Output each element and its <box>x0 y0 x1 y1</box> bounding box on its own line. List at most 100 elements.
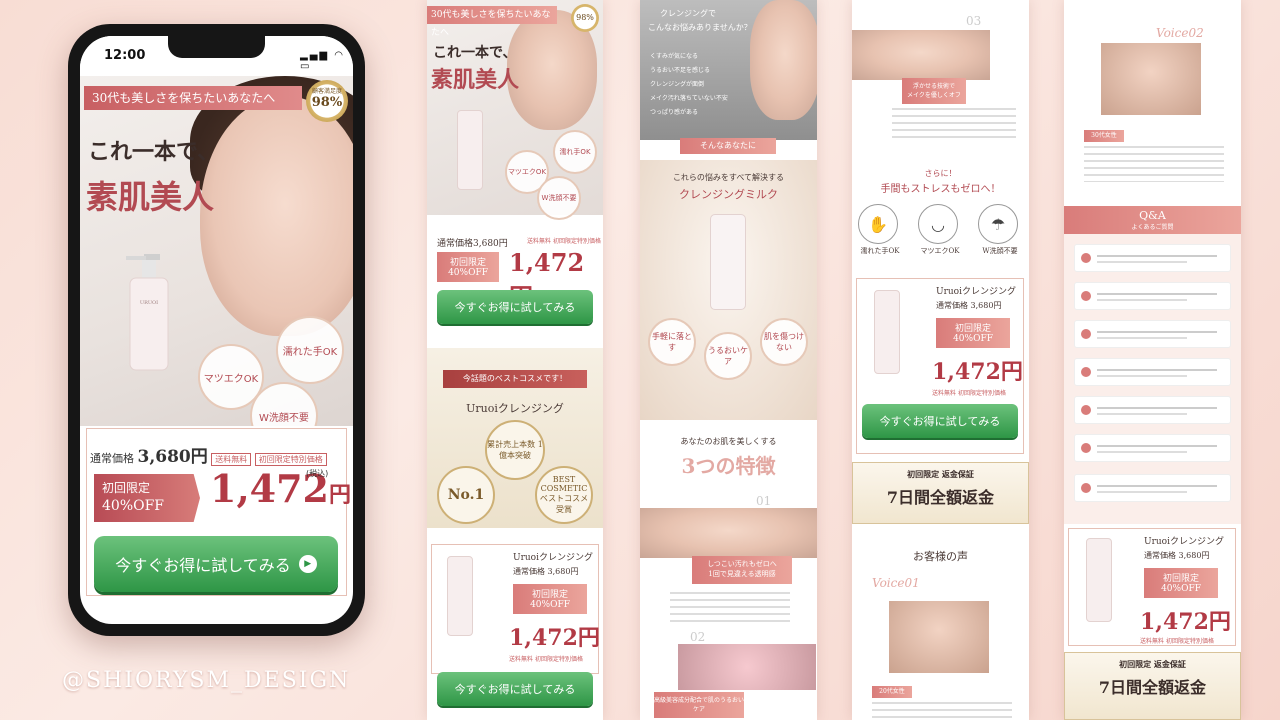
regular-price-label: 通常価格 <box>90 452 134 465</box>
col1-box-discount: 初回限定 40%OFF <box>513 584 587 614</box>
col3-cta-button[interactable]: 今すぐお得に試してみる <box>862 404 1018 438</box>
col1-catch2: 素肌美人 <box>431 67 520 93</box>
col1-feature-2: 濡れ手OK <box>553 130 597 174</box>
col2-band: そんなあなたに <box>680 138 776 154</box>
col4-guarantee-main: 7日間全額返金 <box>1098 678 1207 697</box>
col3-stress1: さらに！ <box>924 169 957 178</box>
cta-label: 今すぐお得に試してみる <box>115 556 291 575</box>
col2-worry-3: クレンジングが面倒 <box>650 81 705 88</box>
col1-tag-2: 初回限定特別価格 <box>552 238 601 245</box>
svg-text:URUOI: URUOI <box>140 300 158 306</box>
faq-item[interactable] <box>1074 282 1231 310</box>
col1-award-ribbon: 今話題のベストコスメです！ <box>443 370 587 388</box>
col2-circle-1: 手軽に落とす <box>648 318 696 366</box>
col4-box-discount: 初回限定 40%OFF <box>1144 568 1218 598</box>
badge-value: 98% <box>311 95 343 111</box>
col4-guarantee-small: 初回限定 返金保証 <box>1119 659 1186 669</box>
col3-num3: 03 <box>966 14 982 28</box>
col3-voice-age: 20代女性 <box>872 686 912 698</box>
col3-box-tag-1: 送料無料 <box>932 390 957 397</box>
lp-column-3: 03 浮かせる技術で メイクを優しくオフ さらに！ 手間もストレスもゼロへ！ ✋… <box>852 0 1029 720</box>
q-icon <box>1081 329 1091 339</box>
tag-first-time: 初回限定特別価格 <box>254 453 327 466</box>
col3-box-price: 1,472円 <box>932 359 1023 385</box>
col4-box-tag-1: 送料無料 <box>1140 638 1165 645</box>
col1-badge: 98% <box>571 4 599 32</box>
col1-regular-price: 通常価格3,680円 <box>437 239 508 249</box>
col3-voice-label: Voice01 <box>872 576 920 590</box>
col1-cta-button[interactable]: 今すぐお得に試してみる <box>437 290 593 324</box>
faq-item[interactable] <box>1074 244 1231 272</box>
col1-medal-bestcosme: BEST COSMETIC ベストコスメ受賞 <box>535 466 593 524</box>
col3-stress2: 手間もストレスもゼロへ！ <box>880 184 1001 195</box>
col2-point1b: 1回で見違える透明感 <box>708 570 776 578</box>
signal-wifi-battery-icon: ▂▄▆ ◠ ▭ <box>300 50 345 72</box>
col2-header2: こんなお悩みありませんか？ <box>648 23 752 32</box>
col2-point1-text <box>670 592 790 622</box>
shower-icon: ☂ <box>978 204 1018 244</box>
tag-free-shipping: 送料無料 <box>211 453 252 466</box>
col1-box-tags: 送料無料 初回限定特別価格 <box>509 654 583 663</box>
faq-item[interactable] <box>1074 358 1231 386</box>
col4-box-tag-2: 初回限定特別価格 <box>1165 638 1214 645</box>
sale-price-unit: 円 <box>329 482 352 508</box>
col4-box-regular: 通常価格 3,680円 <box>1144 551 1210 560</box>
product-bottle-icon: URUOI <box>126 254 169 371</box>
col1-target-banner: 30代も美しさを保ちたいあなたへ <box>427 6 557 38</box>
discount-line2: 40%OFF <box>102 497 165 514</box>
col1-catch1: これ一本で、 <box>433 45 517 61</box>
faq-item[interactable] <box>1074 434 1231 462</box>
col1-discount: 初回限定 40%OFF <box>437 252 499 282</box>
faq-item[interactable] <box>1074 396 1231 424</box>
col3-point3-label: 浮かせる技術で メイクを優しくオフ <box>902 78 966 104</box>
col4-qa-header: Q&A よくあるご質問 <box>1064 206 1241 234</box>
col3-guarantee: 初回限定 返金保証 7日間全額返金 <box>852 462 1029 524</box>
col2-num2: 02 <box>690 630 706 644</box>
eyelash-icon: ◡ <box>918 204 958 244</box>
regular-price-value: 3,680円 <box>137 447 208 467</box>
col2-model-photo <box>750 0 817 120</box>
regular-price-row: 通常価格 3,680円 送料無料 初回限定特別価格 <box>90 442 327 467</box>
col3-box-name: Uruoiクレンジング <box>936 287 1016 297</box>
col4-voice-label: Voice02 <box>1156 26 1204 40</box>
faq-item[interactable] <box>1074 474 1231 502</box>
model-photo <box>200 96 353 336</box>
col3-box-tags: 送料無料 初回限定特別価格 <box>932 388 1006 397</box>
feature-bubble-wet-hands: 濡れた手OK <box>276 316 344 384</box>
col4-guarantee: 初回限定 返金保証 7日間全額返金 <box>1064 652 1241 720</box>
wet-hand-icon: ✋ <box>858 204 898 244</box>
col3-voice-photo <box>886 598 992 676</box>
col2-point2-photo <box>678 644 816 690</box>
q-icon <box>1081 483 1091 493</box>
col3-point3b: メイクを優しくオフ <box>907 92 961 99</box>
col1-tags: 送料無料 初回限定特別価格 <box>527 236 601 245</box>
col2-point1-label: しつこい汚れもゼロへ 1回で見違える透明感 <box>692 556 792 584</box>
col1-cta-button-2[interactable]: 今すぐお得に試してみる <box>437 672 593 706</box>
col4-voice-text <box>1084 146 1224 182</box>
col2-num1: 01 <box>756 494 772 508</box>
col1-medal-sales: 累計売上本数 1億本突破 <box>485 420 545 480</box>
col3-guarantee-main: 7日間全額返金 <box>886 488 995 507</box>
sale-price: 1,472円 <box>210 466 351 511</box>
col2-point1a: しつこい汚れもゼロへ <box>707 560 777 568</box>
cta-button[interactable]: 今すぐお得に試してみる ▶ <box>94 536 338 592</box>
col1-product-name: Uruoiクレンジング <box>466 402 564 415</box>
col3-point3a: 浮かせる技術で <box>912 83 955 90</box>
col1-box-bottle-icon <box>447 556 473 636</box>
col3-icon-label-2: マツエクOK <box>920 247 960 255</box>
col1-box-regular: 通常価格 3,680円 <box>513 567 579 576</box>
col4-voice-age: 30代女性 <box>1084 130 1124 142</box>
lp-column-1: 30代も美しさを保ちたいあなたへ 98% これ一本で、 素肌美人 マツエクOK … <box>427 0 603 720</box>
lp-column-4: Voice02 30代女性 Q&A よくあるご質問 Uruoiクレンジング 通常… <box>1064 0 1241 720</box>
col2-point2-label: 高級美容成分配合で肌のうるおいケア <box>654 692 744 718</box>
col1-bottle-icon <box>457 110 483 190</box>
col1-box-tag-1: 送料無料 <box>509 656 534 663</box>
col2-feat-title: 3つの特徴 <box>681 454 776 478</box>
faq-item[interactable] <box>1074 320 1231 348</box>
satisfaction-badge: 顧客満足度 98% <box>306 80 348 122</box>
col4-bottle-icon <box>1086 538 1112 622</box>
col3-box-regular: 通常価格 3,680円 <box>936 301 1002 310</box>
designer-handle: @SHIORYSM_DESIGN <box>62 668 351 693</box>
col2-worry-5: つっぱり感がある <box>650 109 699 116</box>
col1-tag-1: 送料無料 <box>527 238 552 245</box>
